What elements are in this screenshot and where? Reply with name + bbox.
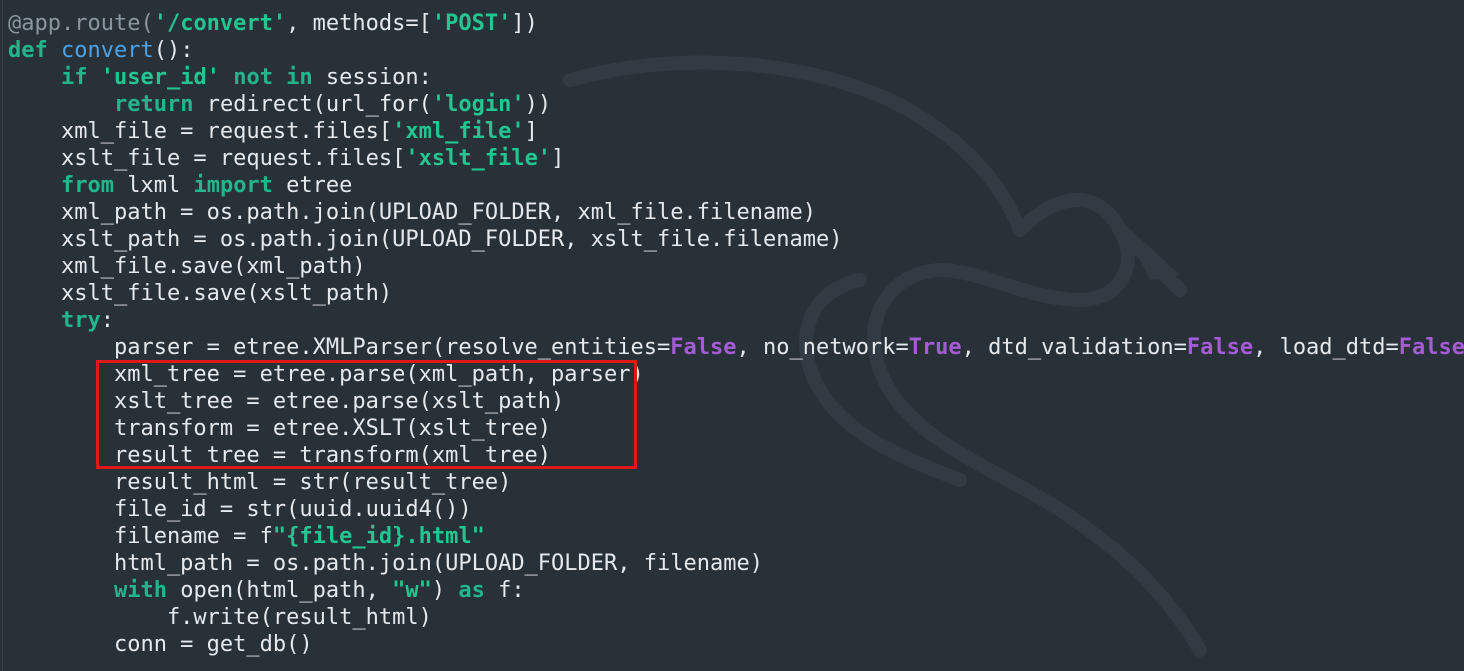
code-token: result_tree = transform(xml_tree) (8, 443, 552, 468)
code-token: , load_dtd= (1253, 335, 1399, 360)
code-token: xslt_file = request.files[ (8, 146, 406, 171)
code-token: @app.route( (8, 11, 154, 36)
code-token: f.write(result_html) (8, 605, 432, 630)
code-line[interactable]: result_html = str(result_tree) (8, 469, 1464, 496)
code-token: open(html_path, (166, 578, 393, 603)
code-line[interactable]: xml_file = request.files['xml_file'] (8, 118, 1464, 145)
code-token: with (113, 578, 167, 603)
code-token: f: (484, 578, 525, 603)
code-token: as (458, 578, 485, 603)
code-token: ]) (511, 11, 538, 36)
code-token: ] (551, 146, 565, 171)
code-token: xslt_path = os.path.join(UPLOAD_FOLDER, … (8, 227, 843, 252)
code-line[interactable]: xslt_path = os.path.join(UPLOAD_FOLDER, … (8, 226, 1464, 253)
code-line[interactable]: xml_path = os.path.join(UPLOAD_FOLDER, x… (8, 199, 1464, 226)
code-token: True (908, 335, 962, 360)
code-line[interactable]: xml_tree = etree.parse(xml_path, parser) (8, 361, 1464, 388)
code-line[interactable]: def convert(): (8, 37, 1464, 64)
code-line[interactable]: conn = get_db() (8, 631, 1464, 658)
code-token: xslt_file.save(xslt_path) (8, 281, 393, 306)
code-token: filename = f (8, 524, 273, 549)
code-token: '/convert' (153, 11, 287, 36)
code-line[interactable]: from lxml import etree (8, 172, 1464, 199)
code-token: xml_file.save(xml_path) (8, 254, 366, 279)
code-token: lxml (113, 173, 194, 198)
code-token: parser = etree.XMLParser(resolve_entitie… (8, 335, 671, 360)
gutter-divider (2, 0, 3, 671)
code-line[interactable]: result_tree = transform(xml_tree) (8, 442, 1464, 469)
code-token: False (1186, 335, 1254, 360)
code-line[interactable]: xml_file.save(xml_path) (8, 253, 1464, 280)
code-line[interactable]: with open(html_path, "w") as f: (8, 577, 1464, 604)
code-token: def (8, 38, 48, 63)
code-token: html_path = os.path.join(UPLOAD_FOLDER, … (8, 551, 763, 576)
code-line[interactable]: return redirect(url_for('login')) (8, 91, 1464, 118)
code-token: xml_tree = etree.parse(xml_path, parser) (8, 362, 644, 387)
code-token: import (193, 173, 273, 198)
code-token: xml_path = os.path.join(UPLOAD_FOLDER, x… (8, 200, 816, 225)
code-token: session: (312, 65, 432, 90)
code-token: 'xml_file' (392, 119, 525, 144)
code-token: , no_network= (736, 335, 909, 360)
code-line[interactable]: html_path = os.path.join(UPLOAD_FOLDER, … (8, 550, 1464, 577)
code-token: , methods=[ (286, 11, 432, 36)
code-line[interactable]: xslt_tree = etree.parse(xslt_path) (8, 388, 1464, 415)
code-line[interactable]: xslt_file = request.files['xslt_file'] (8, 145, 1464, 172)
code-token: xslt_tree = etree.parse(xslt_path) (8, 389, 565, 414)
code-token: False (1398, 335, 1464, 360)
code-token: 'POST' (431, 11, 512, 36)
code-line[interactable]: file_id = str(uuid.uuid4()) (8, 496, 1464, 523)
code-token: file_id = str(uuid.uuid4()) (8, 497, 472, 522)
code-token: 'xslt_file' (405, 146, 552, 171)
code-token: return (113, 92, 194, 117)
code-token: transform = etree.XSLT(xslt_tree) (8, 416, 552, 441)
code-token: convert (61, 38, 154, 63)
code-token: 'user_id' (100, 65, 220, 90)
code-line[interactable]: transform = etree.XSLT(xslt_tree) (8, 415, 1464, 442)
code-token: if (60, 65, 88, 90)
code-token: ) (431, 578, 459, 603)
code-editor[interactable]: @app.route('/convert', methods=['POST'])… (0, 0, 1464, 671)
code-line[interactable]: @app.route('/convert', methods=['POST']) (8, 10, 1464, 37)
code-token: (): (153, 38, 194, 63)
code-line[interactable]: xslt_file.save(xslt_path) (8, 280, 1464, 307)
code-token: False (670, 335, 737, 360)
code-line[interactable]: filename = f"{file_id}.html" (8, 523, 1464, 550)
code-token: "w" (392, 578, 432, 603)
code-token: 'login' (431, 92, 525, 117)
code-token: : (100, 308, 114, 333)
code-line[interactable]: parser = etree.XMLParser(resolve_entitie… (8, 334, 1464, 361)
code-block[interactable]: @app.route('/convert', methods=['POST'])… (8, 10, 1464, 658)
code-token: etree (272, 173, 353, 198)
code-token: "{file_id}.html" (272, 524, 485, 549)
code-token: redirect(url_for( (193, 92, 432, 117)
code-token: , dtd_validation= (961, 335, 1187, 360)
code-token: result_html = str(result_tree) (8, 470, 512, 495)
code-token: )) (524, 92, 552, 117)
code-line[interactable]: if 'user_id' not in session: (8, 64, 1464, 91)
code-token: not in (233, 65, 313, 90)
code-token: try (60, 308, 101, 333)
code-token: ] (524, 119, 538, 144)
code-line[interactable]: try: (8, 307, 1464, 334)
code-token: from (60, 173, 114, 198)
code-token: xml_file = request.files[ (8, 119, 393, 144)
code-token: conn = get_db() (8, 632, 313, 657)
code-line[interactable]: f.write(result_html) (8, 604, 1464, 631)
